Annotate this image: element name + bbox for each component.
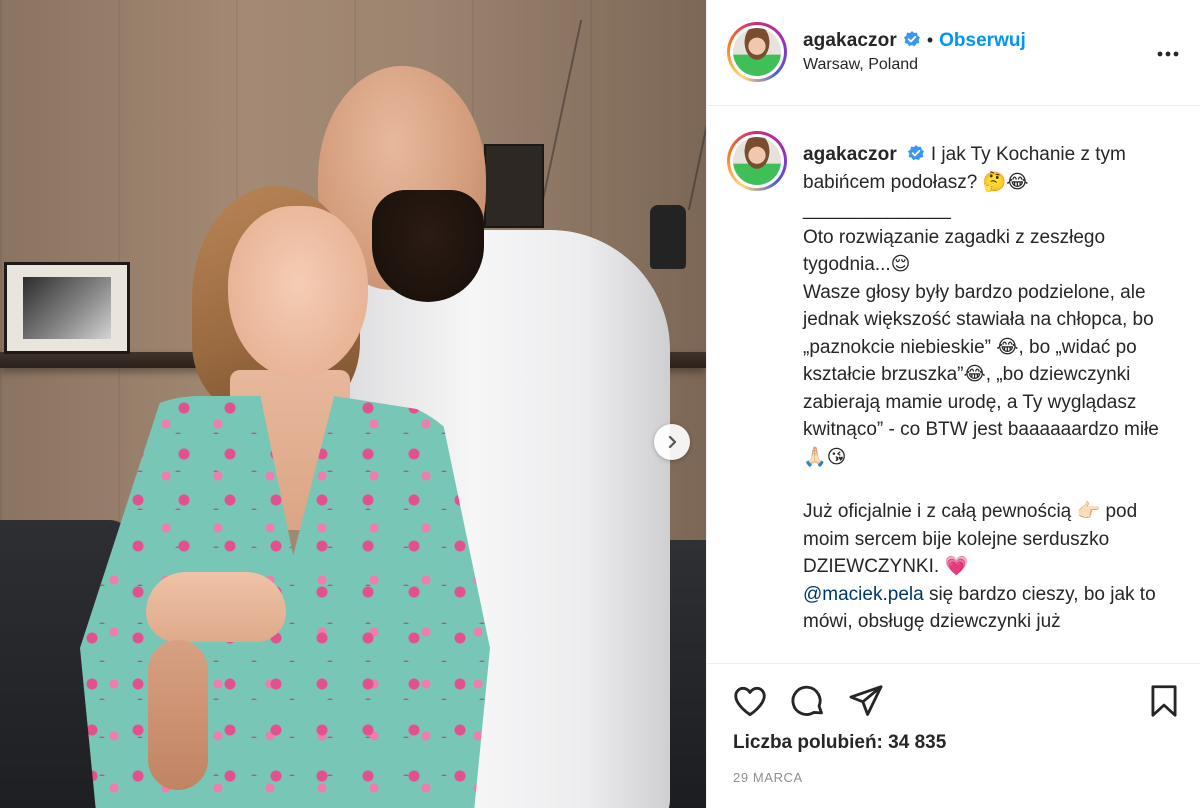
caption-divider: ______________ [803,199,951,220]
more-options-button[interactable] [1157,44,1179,62]
bookmark-icon [1151,685,1177,717]
caption-paragraph-3: Już oficjalnie i z całą pewnością 👉🏻 pod… [803,501,1138,577]
more-options-icon [1157,51,1179,57]
save-button[interactable] [1145,682,1183,725]
man-hand [148,640,208,790]
separator-dot: • [926,30,934,50]
woman-face [228,206,368,378]
caption-paragraph-4: @maciek.pela się bardzo cieszy, bo jak t… [803,581,1163,636]
woman-hands [146,572,286,642]
post-header: agakaczor • Obserwuj Warsaw, Poland [707,0,1200,106]
caption-area[interactable]: agakaczor I jak Ty Kochanie z tym babińc… [707,107,1200,663]
caption-paragraph-2: Wasze głosy były bardzo podzielone, ale … [803,281,1159,468]
heart-icon [734,686,766,717]
location-link[interactable]: Warsaw, Poland [803,56,918,74]
comment-icon [791,685,823,716]
caption-avatar[interactable] [727,131,787,191]
like-button[interactable] [731,682,769,725]
vase [650,205,686,269]
caption-text: agakaczor I jak Ty Kochanie z tym babińc… [803,141,1163,636]
post-date[interactable]: 29 MARCA [733,770,803,785]
chevron-right-icon [668,435,677,449]
verified-badge-icon [903,31,920,47]
follow-button[interactable]: Obserwuj [939,30,1026,51]
picture-frame-right [484,144,544,228]
mention-link[interactable]: @maciek.pela [803,584,924,605]
avatar[interactable] [727,22,787,82]
picture-frame-left [4,262,130,354]
actions-bar: Liczba polubień: 34 835 29 MARCA [707,663,1200,808]
post-sidebar: agakaczor • Obserwuj Warsaw, Poland agaka… [706,0,1200,808]
caption-paragraph-1: Oto rozwiązanie zagadki z zeszłego tygod… [803,226,1106,276]
post-photo[interactable] [0,0,706,808]
paper-plane-icon [849,685,883,716]
caption-first-line: agakaczor I jak Ty Kochanie z tym babińc… [803,141,1163,196]
comment-button[interactable] [789,682,827,725]
verified-badge-icon [907,145,924,161]
username-link[interactable]: agakaczor [803,30,897,51]
next-photo-button[interactable] [654,424,690,460]
likes-count[interactable]: Liczba polubień: 34 835 [733,732,946,754]
header-title-row: agakaczor • Obserwuj [803,30,1026,52]
share-button[interactable] [847,682,885,725]
man-beard [372,190,484,302]
caption-username[interactable]: agakaczor [803,144,897,165]
